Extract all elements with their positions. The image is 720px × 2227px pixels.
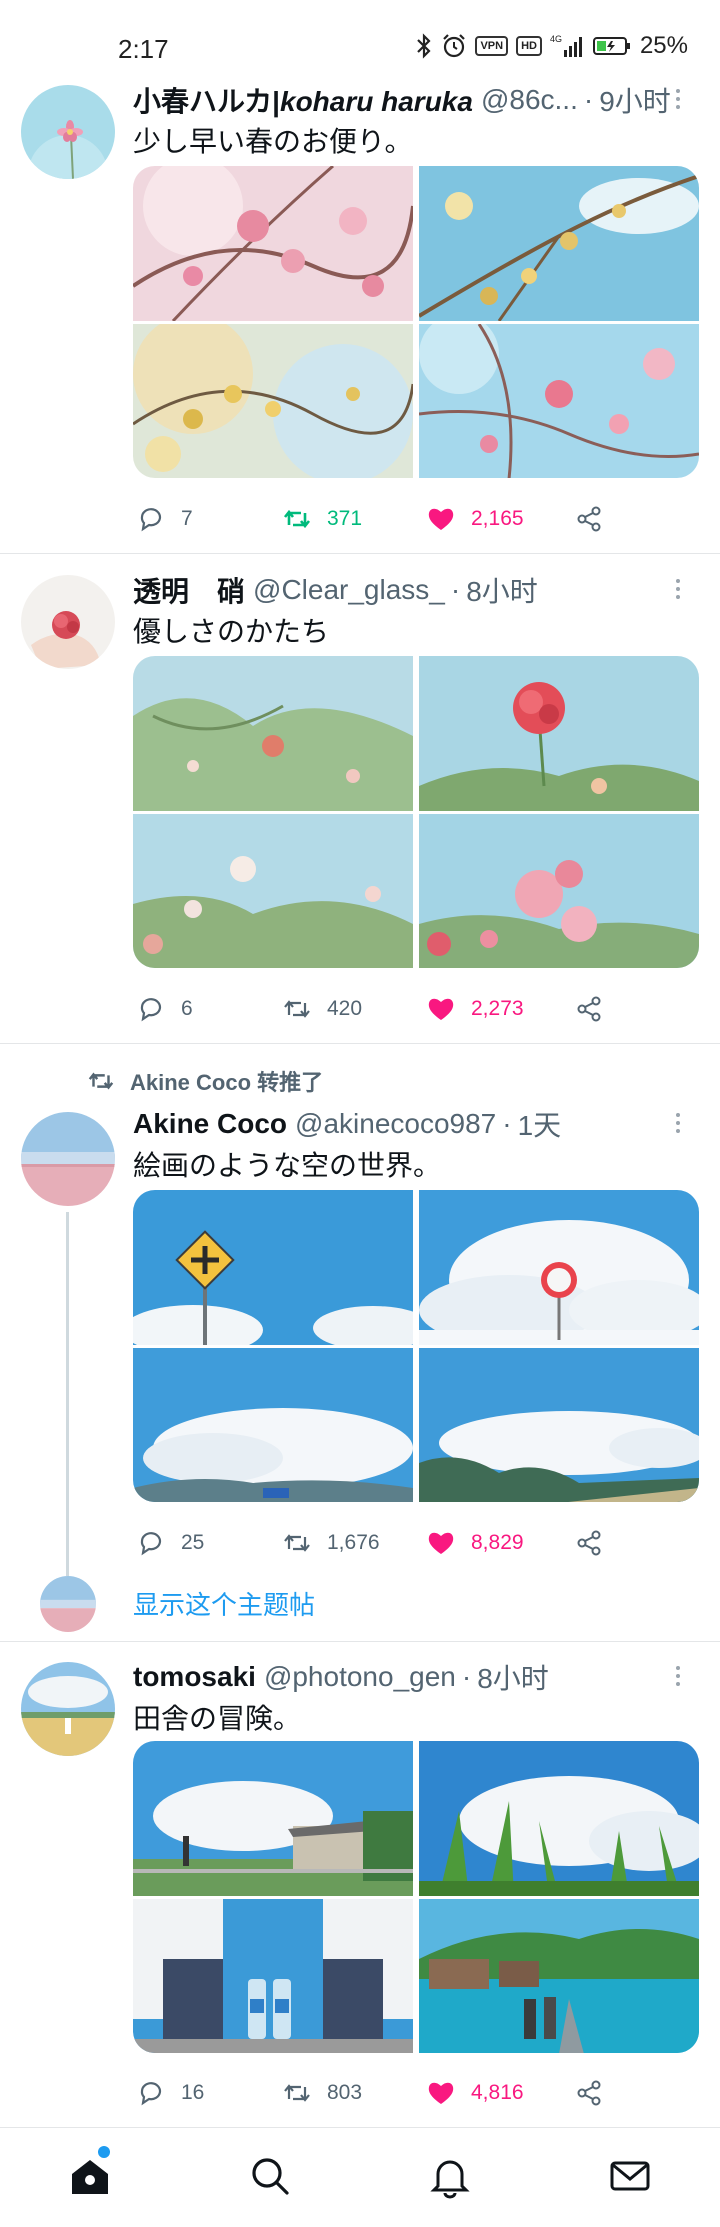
search-icon	[252, 2158, 289, 2195]
tweet-header: tomosaki @photono_gen · 8小时	[133, 1657, 549, 1697]
bottom-nav	[0, 2127, 720, 2227]
retweet-count: 803	[327, 2081, 363, 2104]
home-icon	[72, 2160, 108, 2194]
retweet-button[interactable]: 803	[281, 2073, 362, 2113]
reply-button[interactable]: 16	[135, 2073, 204, 2113]
retweet-icon	[284, 2084, 310, 2102]
avatar[interactable]	[21, 1662, 115, 1756]
nav-search[interactable]	[246, 2152, 294, 2200]
separator-dot: ·	[461, 1661, 472, 1692]
tweet-photo[interactable]	[419, 1741, 699, 1896]
nav-notifications[interactable]	[426, 2152, 474, 2200]
tweet-text: 田舎の冒険。	[133, 1703, 302, 1734]
like-count: 4,816	[471, 2081, 524, 2104]
share-icon	[577, 2080, 601, 2106]
reply-icon	[140, 2082, 162, 2106]
like-button[interactable]: 4,816	[425, 2073, 524, 2113]
tweet[interactable]: tomosaki @photono_gen · 8小时 田舎の冒険。 16 80…	[0, 0, 720, 2126]
heart-filled-icon	[428, 2082, 454, 2104]
user-handle[interactable]: @photono_gen	[264, 1661, 456, 1693]
share-button[interactable]	[573, 2073, 605, 2113]
display-name[interactable]: tomosaki	[133, 1661, 256, 1693]
messages-icon	[610, 2161, 650, 2191]
media-grid	[133, 1741, 699, 2053]
nav-home[interactable]	[66, 2152, 114, 2200]
tweet-photo[interactable]	[133, 1741, 413, 1896]
tweet-actions: 16 803 4,816	[133, 2073, 699, 2113]
more-options-button[interactable]	[666, 1659, 690, 1693]
new-content-dot	[98, 2146, 110, 2158]
reply-count: 16	[181, 2081, 205, 2104]
tweet-photo[interactable]	[133, 1899, 413, 2053]
nav-messages[interactable]	[606, 2152, 654, 2200]
tweet-photo[interactable]	[419, 1899, 699, 2053]
notifications-icon	[430, 2160, 470, 2199]
timestamp[interactable]: 8小时	[477, 1657, 549, 1697]
